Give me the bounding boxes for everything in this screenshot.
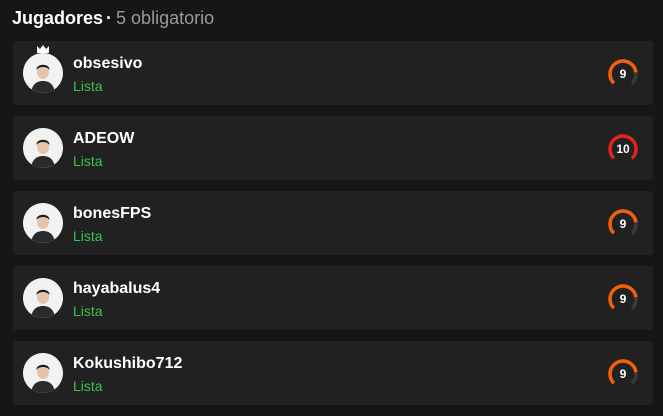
skill-level-icon: 9 — [606, 357, 640, 391]
player-status: Lista — [73, 378, 103, 394]
player-list: obsesivo Lista 9 ADEOW Lista 10 bonesFPS… — [13, 41, 653, 416]
skill-level-value: 9 — [619, 67, 627, 81]
skill-level-value: 10 — [616, 142, 630, 156]
player-name[interactable]: ADEOW — [73, 129, 134, 149]
player-status: Lista — [73, 228, 103, 244]
player-row[interactable]: hayabalus4 Lista 9 — [13, 266, 653, 330]
player-row[interactable]: ADEOW Lista 10 — [13, 116, 653, 180]
skill-level-value: 9 — [619, 367, 627, 381]
player-avatar-icon[interactable] — [23, 203, 63, 243]
player-name[interactable]: Kokushibo712 — [73, 354, 182, 374]
players-title: Jugadores — [12, 8, 104, 28]
player-name[interactable]: hayabalus4 — [73, 279, 160, 299]
players-header: Jugadores · 5 obligatorio — [12, 7, 214, 29]
skill-level-icon: 9 — [606, 57, 640, 91]
skill-level-icon: 9 — [606, 207, 640, 241]
player-name[interactable]: obsesivo — [73, 54, 142, 74]
header-separator: · — [106, 8, 113, 28]
player-avatar-icon[interactable] — [23, 128, 63, 168]
player-avatar-icon[interactable] — [23, 353, 63, 393]
crown-icon — [37, 45, 49, 53]
player-status: Lista — [73, 303, 103, 319]
player-status: Lista — [73, 153, 103, 169]
player-row[interactable]: Kokushibo712 Lista 9 — [13, 341, 653, 405]
player-status: Lista — [73, 78, 103, 94]
skill-level-value: 9 — [619, 292, 627, 306]
skill-level-value: 9 — [619, 217, 627, 231]
players-required-count: 5 obligatorio — [116, 8, 215, 28]
player-avatar-icon[interactable] — [23, 278, 63, 318]
player-row[interactable]: obsesivo Lista 9 — [13, 41, 653, 105]
player-avatar-icon[interactable] — [23, 53, 63, 93]
skill-level-icon: 10 — [606, 132, 640, 166]
player-row[interactable]: bonesFPS Lista 9 — [13, 191, 653, 255]
player-name[interactable]: bonesFPS — [73, 204, 151, 224]
skill-level-icon: 9 — [606, 282, 640, 316]
